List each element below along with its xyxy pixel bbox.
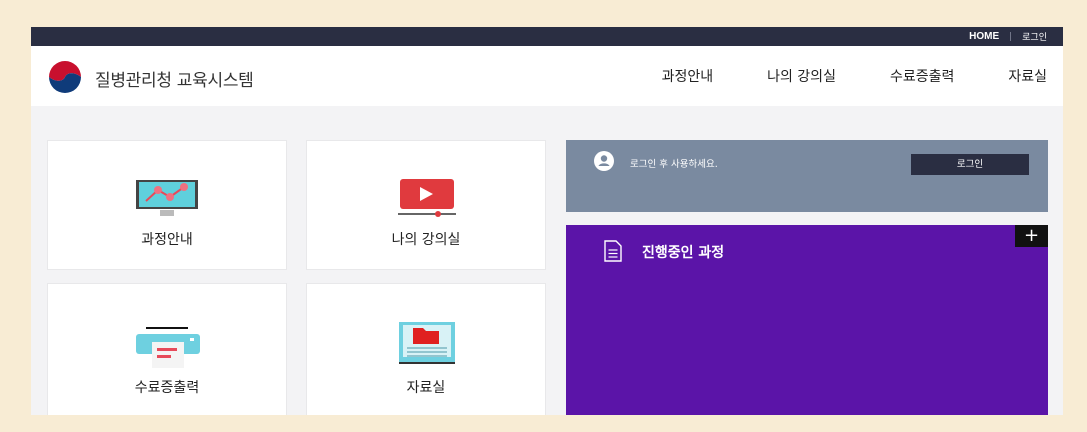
- site-title[interactable]: 질병관리청 교육시스템: [95, 66, 254, 91]
- main-navigation: 과정안내 나의 강의실 수료증출력 자료실: [608, 66, 1047, 86]
- folder-document-icon: [399, 322, 455, 364]
- login-message: 로그인 후 사용하세요.: [630, 159, 718, 170]
- home-link[interactable]: HOME: [969, 31, 999, 42]
- topbar-separator: |: [1009, 31, 1013, 42]
- nav-my-classroom[interactable]: 나의 강의실: [767, 66, 836, 86]
- printer-icon: [136, 327, 200, 368]
- user-icon: [594, 151, 614, 171]
- top-utility-bar: HOME | 로그인: [31, 27, 1063, 46]
- card-label: 수료증출력: [134, 380, 200, 396]
- nav-course-info[interactable]: 과정안내: [662, 66, 714, 86]
- more-plus-button[interactable]: +: [1015, 225, 1048, 247]
- card-course-info[interactable]: 과정안내: [47, 140, 287, 270]
- monitor-chart-icon: [136, 180, 198, 216]
- card-label: 나의 강의실: [391, 232, 461, 248]
- nav-resources[interactable]: 자료실: [1008, 66, 1047, 86]
- card-certificate-print[interactable]: 수료증출력: [47, 283, 287, 415]
- card-my-classroom[interactable]: 나의 강의실: [306, 140, 546, 270]
- login-panel: 로그인 후 사용하세요. 로그인: [566, 140, 1048, 212]
- site-header: 질병관리청 교육시스템 과정안내 나의 강의실 수료증출력 자료실: [31, 46, 1063, 106]
- in-progress-courses-panel: 진행중인 과정 +: [566, 225, 1048, 415]
- topbar-login-link[interactable]: 로그인: [1022, 30, 1047, 43]
- login-button[interactable]: 로그인: [911, 154, 1029, 175]
- document-icon: [604, 240, 622, 262]
- card-label: 자료실: [406, 380, 446, 396]
- in-progress-title: 진행중인 과정: [642, 245, 725, 261]
- page-frame: HOME | 로그인 질병관리청 교육시스템 과정안내 나의 강의실 수료증출력…: [31, 27, 1063, 415]
- kdca-logo-icon[interactable]: [45, 60, 85, 94]
- card-label: 과정안내: [141, 232, 193, 248]
- video-player-icon: [398, 179, 456, 217]
- card-resources[interactable]: 자료실: [306, 283, 546, 415]
- nav-certificate-print[interactable]: 수료증출력: [890, 66, 954, 86]
